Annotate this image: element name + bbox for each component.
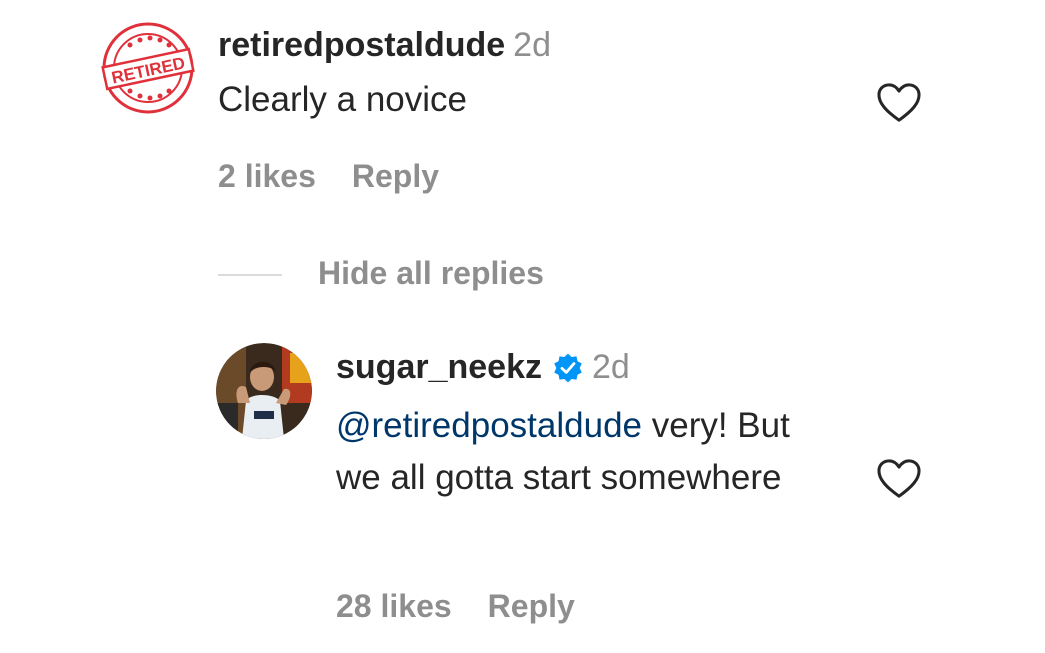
- divider-line: [218, 274, 282, 276]
- avatar[interactable]: [216, 343, 312, 439]
- heart-outline-icon[interactable]: [876, 82, 922, 124]
- avatar[interactable]: RETIRED: [100, 20, 196, 116]
- reply-timestamp[interactable]: 2d: [592, 348, 630, 387]
- comment-text: Clearly a novice: [218, 80, 467, 119]
- reply-username[interactable]: sugar_neekz: [336, 348, 542, 387]
- comment-header: retiredpostaldude 2d: [218, 26, 551, 65]
- reply-button[interactable]: Reply: [352, 158, 439, 194]
- comment-timestamp[interactable]: 2d: [513, 26, 551, 64]
- retired-stamp-avatar: RETIRED: [101, 21, 195, 115]
- verified-badge-icon: [554, 353, 582, 382]
- likes-count[interactable]: 28 likes: [336, 588, 452, 624]
- likes-count[interactable]: 2 likes: [218, 158, 316, 194]
- heart-outline-icon[interactable]: [876, 458, 922, 500]
- reply-actions: 28 likes Reply: [336, 588, 575, 625]
- reply-button[interactable]: Reply: [488, 588, 575, 624]
- comment-username[interactable]: retiredpostaldude: [218, 26, 505, 64]
- reply-text: @retiredpostaldude very! But we all gott…: [336, 400, 836, 504]
- comment-actions: 2 likes Reply: [218, 158, 439, 195]
- mention-link[interactable]: @retiredpostaldude: [336, 406, 642, 445]
- reply-header: sugar_neekz 2d: [336, 348, 630, 387]
- profile-photo: [216, 343, 312, 439]
- hide-replies-label[interactable]: Hide all replies: [318, 255, 544, 292]
